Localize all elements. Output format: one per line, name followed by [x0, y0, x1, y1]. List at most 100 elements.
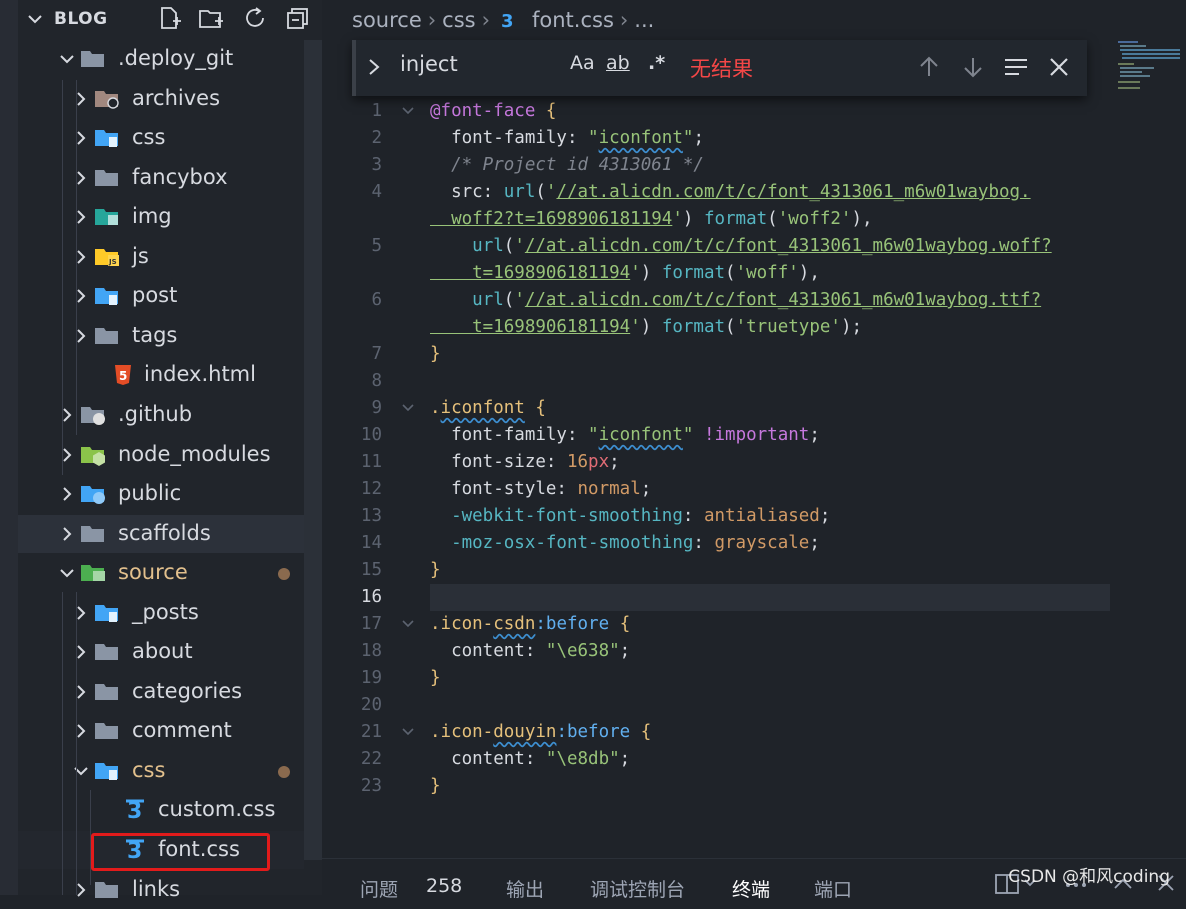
chevron-down-icon[interactable]: [72, 762, 90, 780]
chevron-down-icon[interactable]: [58, 50, 76, 68]
refresh-icon[interactable]: [242, 5, 268, 31]
tree-item-label: fancybox: [132, 164, 228, 189]
code-line[interactable]: 5 url('//at.alicdn.com/t/c/font_4313061_…: [322, 233, 1112, 260]
folder-item[interactable]: css: [18, 119, 304, 157]
code-line[interactable]: 6 url('//at.alicdn.com/t/c/font_4313061_…: [322, 287, 1112, 314]
chevron-right-icon[interactable]: [72, 643, 90, 661]
chevron-right-icon[interactable]: [72, 248, 90, 266]
folder-item[interactable]: fancybox: [18, 159, 304, 197]
folder-item[interactable]: JS js: [18, 238, 304, 276]
tab-output[interactable]: 输出: [506, 875, 544, 902]
folder-item[interactable]: public: [18, 475, 304, 513]
code-line[interactable]: 11 font-size: 16px;: [322, 449, 1112, 476]
arrow-down-icon[interactable]: [960, 54, 986, 80]
breadcrumb-file[interactable]: font.css: [532, 8, 614, 32]
folder-item[interactable]: scaffolds: [18, 514, 304, 553]
collapse-all-icon[interactable]: [285, 5, 311, 31]
sidebar-scrollbar[interactable]: [304, 40, 322, 860]
tab-ports[interactable]: 端口: [814, 875, 852, 902]
chevron-down-icon[interactable]: [26, 10, 44, 28]
arrow-up-icon[interactable]: [916, 54, 942, 80]
chevron-right-icon[interactable]: [58, 485, 76, 503]
chevron-right-icon[interactable]: [58, 406, 76, 424]
folder-item[interactable]: source: [18, 554, 304, 592]
folder-item[interactable]: comment: [18, 712, 304, 750]
code-line[interactable]: 17 .icon-csdn:before {: [322, 611, 1112, 638]
code-line[interactable]: 3 /* Project id 4313061 */: [322, 152, 1112, 179]
chevron-right-icon[interactable]: [72, 129, 90, 147]
chevron-right-icon[interactable]: [366, 58, 382, 76]
folder-item[interactable]: tags: [18, 317, 304, 355]
match-whole-word-toggle[interactable]: ab: [606, 52, 630, 74]
code-line[interactable]: 12 font-style: normal;: [322, 476, 1112, 503]
code-line[interactable]: 20: [322, 692, 1112, 719]
breadcrumb-source[interactable]: source: [352, 8, 422, 32]
breadcrumb-css[interactable]: css: [442, 8, 475, 32]
new-file-icon[interactable]: [156, 5, 182, 31]
code-line[interactable]: 15}: [322, 557, 1112, 584]
code-line[interactable]: 7}: [322, 341, 1112, 368]
breadcrumb-more[interactable]: ...: [634, 8, 654, 32]
folder-item[interactable]: _posts: [18, 594, 304, 632]
chevron-right-icon[interactable]: [72, 327, 90, 345]
code-line[interactable]: woff2?t=1698906181194') format('woff2'),: [322, 206, 1112, 233]
folder-item[interactable]: links: [18, 871, 304, 909]
chevron-right-icon[interactable]: [72, 604, 90, 622]
code-line[interactable]: 8: [322, 368, 1112, 395]
code-token: font-family:: [430, 425, 589, 445]
folder-item[interactable]: post: [18, 277, 304, 315]
code-token: }: [430, 668, 441, 688]
chevron-right-icon[interactable]: [58, 525, 76, 543]
file-item[interactable]: 3 custom.css: [18, 791, 304, 829]
chevron-right-icon[interactable]: [72, 90, 90, 108]
fold-chevron-icon[interactable]: [400, 103, 416, 119]
folder-item[interactable]: .github: [18, 396, 304, 434]
code-line[interactable]: 19}: [322, 665, 1112, 692]
chevron-down-icon[interactable]: [58, 564, 76, 582]
fold-chevron-icon[interactable]: [400, 616, 416, 632]
folder-item[interactable]: categories: [18, 673, 304, 711]
folder-item[interactable]: css: [18, 752, 304, 790]
code-line[interactable]: 16: [322, 584, 1112, 611]
code-line[interactable]: 21 .icon-douyin:before {: [322, 719, 1112, 746]
minimap[interactable]: [1116, 38, 1186, 94]
folder-icon: [94, 325, 120, 347]
code-line[interactable]: 4 src: url('//at.alicdn.com/t/c/font_431…: [322, 179, 1112, 206]
tab-terminal[interactable]: 终端: [732, 875, 770, 902]
tab-problems[interactable]: 问题: [360, 875, 398, 902]
code-line[interactable]: 23}: [322, 773, 1112, 800]
find-in-selection-icon[interactable]: [1003, 54, 1029, 80]
folder-item[interactable]: .deploy_git: [18, 40, 304, 78]
folder-item[interactable]: img: [18, 198, 304, 236]
code-line[interactable]: t=1698906181194') format('woff'),: [322, 260, 1112, 287]
match-case-toggle[interactable]: Aa: [570, 52, 595, 74]
line-number: 10: [360, 425, 382, 445]
chevron-right-icon[interactable]: [72, 169, 90, 187]
chevron-right-icon[interactable]: [72, 208, 90, 226]
code-line[interactable]: 14 -moz-osx-font-smoothing: grayscale;: [322, 530, 1112, 557]
new-folder-icon[interactable]: [198, 5, 224, 31]
tab-debug-console[interactable]: 调试控制台: [590, 875, 685, 902]
file-item[interactable]: 5 index.html: [18, 356, 304, 394]
code-line[interactable]: 10 font-family: "iconfont" !important;: [322, 422, 1112, 449]
chevron-right-icon[interactable]: [72, 287, 90, 305]
chevron-right-icon[interactable]: [72, 881, 90, 899]
folder-item[interactable]: node_modules: [18, 436, 304, 474]
folder-item[interactable]: about: [18, 633, 304, 671]
chevron-right-icon[interactable]: [72, 722, 90, 740]
code-line[interactable]: 22 content: "\e8db";: [322, 746, 1112, 773]
code-line[interactable]: 9 .iconfont {: [322, 395, 1112, 422]
code-line[interactable]: t=1698906181194') format('truetype');: [322, 314, 1112, 341]
close-icon[interactable]: [1046, 54, 1072, 80]
regex-toggle[interactable]: .*: [648, 52, 665, 74]
code-token: ": [588, 128, 599, 148]
chevron-right-icon[interactable]: [72, 683, 90, 701]
code-line[interactable]: 13 -webkit-font-smoothing: antialiased;: [322, 503, 1112, 530]
fold-chevron-icon[interactable]: [400, 400, 416, 416]
chevron-right-icon[interactable]: [58, 446, 76, 464]
fold-chevron-icon[interactable]: [400, 724, 416, 740]
code-line[interactable]: 1 @font-face {: [322, 98, 1112, 125]
folder-item[interactable]: archives: [18, 80, 304, 118]
code-line[interactable]: 2 font-family: "iconfont";: [322, 125, 1112, 152]
code-line[interactable]: 18 content: "\e638";: [322, 638, 1112, 665]
